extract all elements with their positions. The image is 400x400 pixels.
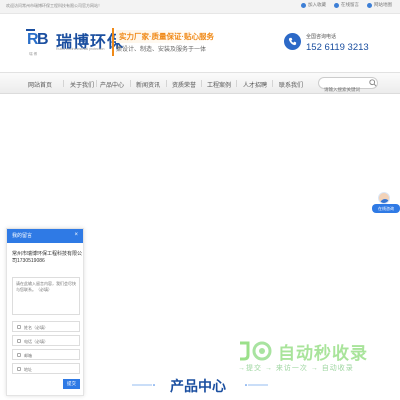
user-icon — [17, 325, 21, 329]
sitemap-icon — [367, 2, 372, 8]
message-textarea[interactable] — [12, 277, 80, 315]
close-icon[interactable]: × — [74, 232, 78, 238]
slogan-sub: 集设计、制造、安装及服务于一体 — [116, 47, 207, 53]
phone-icon — [17, 339, 21, 343]
nav-divider — [130, 80, 131, 87]
nav-careers[interactable]: 人才招聘 — [243, 80, 267, 89]
phone-icon — [284, 33, 301, 50]
name-input[interactable] — [24, 323, 79, 331]
mail-icon — [17, 353, 21, 357]
star-icon — [301, 2, 306, 8]
consult-label: 在线咨询 — [372, 204, 400, 213]
panel-title: 我的留言 — [7, 229, 83, 243]
nav-cases[interactable]: 工程案例 — [207, 80, 231, 89]
logo-caption: 瑞 博 — [29, 52, 37, 56]
email-input[interactable] — [24, 351, 79, 359]
nav-contact[interactable]: 联系我们 — [279, 80, 303, 89]
watermark-overlay: 自动秒收录 →提交 → 来访一次 → 自动收录 — [232, 339, 400, 379]
nav-products[interactable]: 产品中心 — [100, 80, 124, 89]
nav-divider — [166, 80, 167, 87]
watermark-logo — [240, 341, 272, 361]
title-decoration-left — [132, 384, 155, 386]
top-bar: 欢迎访问常州市瑞博环保工程科技有限公司官方网站！ 加入收藏 在线留言 网站地图 — [0, 0, 400, 14]
nav-news[interactable]: 新闻资讯 — [136, 80, 160, 89]
watermark-subtext: →提交 → 来访一次 → 自动收录 — [238, 365, 354, 372]
address-input[interactable] — [24, 365, 79, 373]
search-icon[interactable] — [369, 78, 377, 87]
submit-button[interactable]: 提交 — [63, 379, 80, 389]
nav-divider — [272, 80, 273, 87]
nav-divider — [96, 80, 97, 87]
panel-company: 常州市瑞博环保工程科技有限公司1730519086 — [12, 251, 83, 264]
name-field — [12, 321, 80, 332]
email-field — [12, 349, 80, 360]
address-field — [12, 363, 80, 374]
nav-divider — [201, 80, 202, 87]
phone-field — [12, 335, 80, 346]
top-links: 加入收藏 在线留言 网站地图 — [301, 2, 392, 8]
slogan-main: 实力厂家·质量保证·贴心服务 — [116, 30, 217, 43]
brand-subtitle: Ruibo environmental protection — [56, 47, 105, 51]
welcome-text: 欢迎访问常州市瑞博环保工程科技有限公司官方网站！ — [6, 3, 102, 8]
slogan-block: 实力厂家·质量保证·贴心服务 集设计、制造、安装及服务于一体 — [112, 28, 217, 58]
slogan-accent-bar — [112, 28, 114, 56]
logo-icon[interactable]: R B — [26, 27, 52, 49]
nav-about[interactable]: 关于我们 — [70, 80, 94, 89]
message-icon — [334, 2, 339, 8]
location-icon — [17, 367, 21, 371]
nav-home[interactable]: 网站首页 — [28, 80, 52, 89]
hotline-label: 全国咨询电话 — [306, 34, 337, 40]
watermark-text: 自动秒收录 — [278, 344, 368, 363]
title-decoration-right — [245, 384, 268, 386]
section-title: 产品中心 — [170, 380, 226, 395]
sitemap-link[interactable]: 网站地图 — [367, 2, 392, 8]
online-message-link[interactable]: 在线留言 — [334, 2, 359, 8]
search-input[interactable] — [319, 84, 365, 95]
svg-text:B: B — [37, 31, 49, 48]
online-consult-badge[interactable]: 在线咨询 — [372, 192, 400, 216]
message-panel: 我的留言 × 常州市瑞博环保工程科技有限公司1730519086 提交 — [6, 228, 84, 396]
hotline-number[interactable]: 152 6119 3213 — [306, 42, 369, 53]
nav-honors[interactable]: 资质荣誉 — [172, 80, 196, 89]
agent-avatar — [378, 192, 390, 204]
add-favorite-link[interactable]: 加入收藏 — [301, 2, 326, 8]
phone-input[interactable] — [24, 337, 79, 345]
nav-divider — [63, 80, 64, 87]
nav-divider — [236, 80, 237, 87]
